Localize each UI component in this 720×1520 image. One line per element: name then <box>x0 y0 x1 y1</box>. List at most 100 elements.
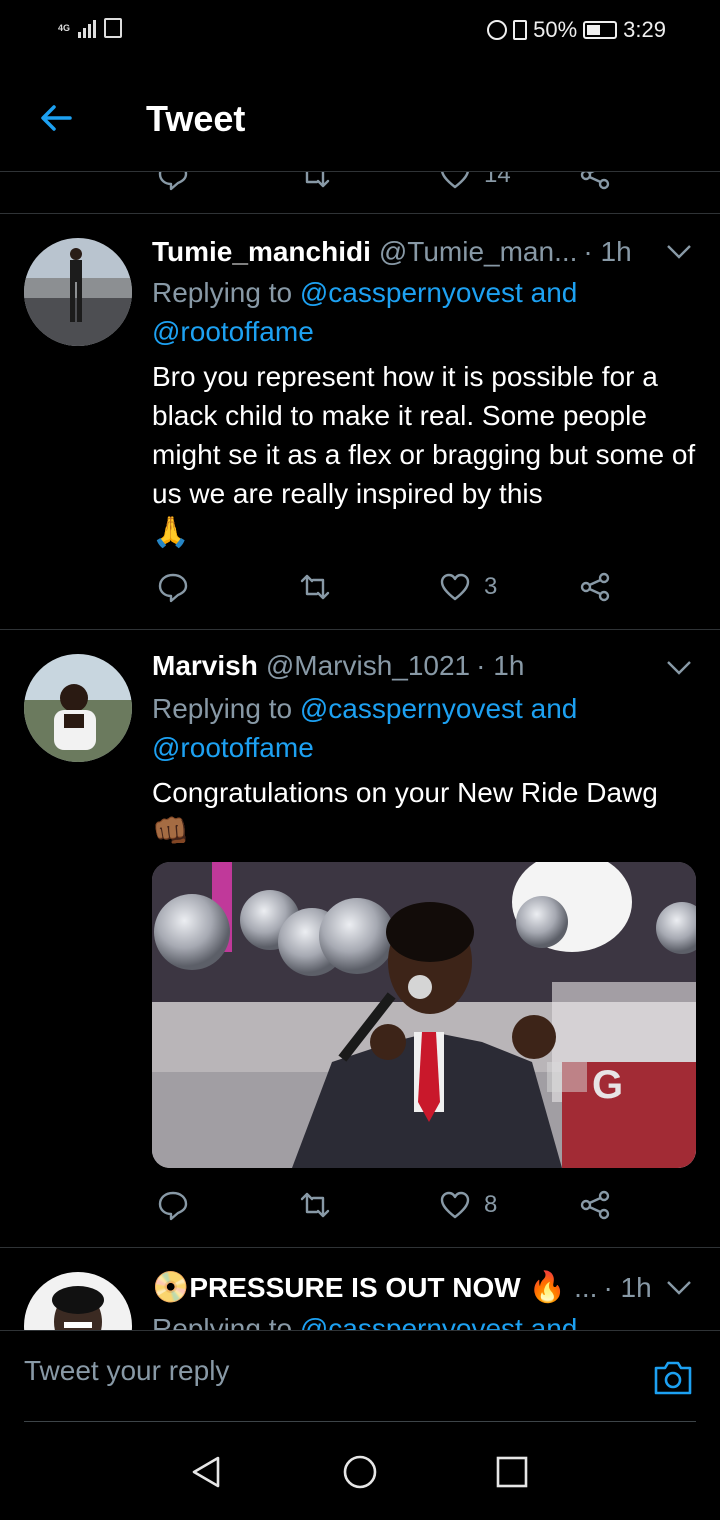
share-icon <box>580 172 610 190</box>
retweet-button[interactable] <box>298 1188 332 1222</box>
mention-link[interactable]: @rootoffame <box>152 732 314 763</box>
alarm-icon <box>487 20 508 40</box>
avatar-photo <box>24 654 132 762</box>
status-right: 50% 3:29 <box>487 17 666 43</box>
tweet-actions: 8 <box>152 1188 696 1228</box>
recents-square-icon[interactable] <box>494 1454 530 1490</box>
avatar[interactable] <box>24 654 132 762</box>
status-bar: 4G 50% 3:29 <box>0 0 720 62</box>
network-indicator: 4G <box>58 22 71 33</box>
pray-emoji: 🙏 <box>152 516 190 549</box>
replying-to: Replying to @casspernyovest and <box>152 1309 696 1330</box>
user-name[interactable]: Tumie_manchidi <box>152 236 371 268</box>
replying-to: Replying to @casspernyovest and @rootoff… <box>152 273 696 351</box>
page-title: Tweet <box>146 98 246 139</box>
share-icon <box>580 572 610 602</box>
avatar-photo <box>24 238 132 346</box>
notification-icon <box>104 18 123 38</box>
dvd-emoji: 📀 <box>152 1271 190 1304</box>
like-button[interactable]: 8 <box>438 1188 497 1222</box>
replying-prefix: Replying to <box>152 277 293 308</box>
fist-emoji: 👊🏾 <box>152 815 190 848</box>
mention-link[interactable]: @casspernyovest <box>300 277 523 308</box>
media-photo: G <box>152 862 696 1168</box>
heart-icon <box>440 1191 470 1219</box>
retweet-button[interactable] <box>298 172 332 192</box>
tweet-body: Bro you represent how it is possible for… <box>152 361 696 509</box>
share-icon <box>580 1190 610 1220</box>
reply-button[interactable] <box>156 570 190 604</box>
back-triangle-icon[interactable] <box>188 1454 224 1490</box>
retweet-icon <box>305 172 330 188</box>
tweet-text: Congratulations on your New Ride Dawg 👊🏾 <box>152 773 696 851</box>
chevron-down-icon[interactable] <box>666 660 692 676</box>
tweet-text: Bro you represent how it is possible for… <box>152 357 696 552</box>
tweet[interactable]: Tumie_manchidi @Tumie_man... · 1h Replyi… <box>0 214 720 630</box>
like-count: 14 <box>484 172 511 188</box>
camera-icon[interactable] <box>652 1359 694 1397</box>
retweet-icon <box>300 574 330 600</box>
fire-emoji: 🔥 <box>528 1271 567 1304</box>
media-letter: G <box>592 1063 623 1107</box>
reply-input[interactable] <box>24 1355 584 1387</box>
heart-icon <box>440 573 470 601</box>
like-count: 3 <box>484 573 498 600</box>
battery-icon <box>583 21 618 39</box>
comment-icon <box>158 573 188 603</box>
user-name[interactable]: Marvish <box>152 650 258 682</box>
tweet-time: · 1h <box>603 1271 652 1303</box>
tweet-media[interactable]: G <box>152 862 696 1168</box>
share-button[interactable] <box>578 172 612 192</box>
chevron-down-icon[interactable] <box>666 244 692 260</box>
comment-icon <box>158 172 188 191</box>
mention-link[interactable]: @casspernyovest <box>300 1313 523 1330</box>
chevron-down-icon[interactable] <box>666 1280 692 1296</box>
share-button[interactable] <box>578 1188 612 1222</box>
mention-and[interactable]: and <box>531 693 578 724</box>
user-handle: @Tumie_man... <box>378 236 578 267</box>
system-nav-bar <box>0 1422 720 1520</box>
user-handle: @Marvish_1021 <box>265 650 471 681</box>
retweet-button[interactable] <box>298 570 332 604</box>
avatar[interactable] <box>24 238 132 346</box>
like-button[interactable]: 14 <box>438 172 511 192</box>
arrow-left-icon[interactable] <box>36 98 76 138</box>
battery-percent: 50% <box>533 17 578 42</box>
comment-icon <box>158 1191 188 1221</box>
replying-prefix: Replying to <box>152 693 293 724</box>
reply-button[interactable] <box>156 172 190 192</box>
reply-button[interactable] <box>156 1188 190 1222</box>
tweet-header: Tumie_manchidi @Tumie_man... · 1h <box>152 236 696 268</box>
clock: 3:29 <box>623 17 666 42</box>
replying-to: Replying to @casspernyovest and @rootoff… <box>152 689 696 767</box>
like-count: 8 <box>484 1191 498 1218</box>
replying-prefix: Replying to <box>152 1313 293 1330</box>
mention-and[interactable]: and <box>531 277 578 308</box>
tweet-header: 📀 PRESSURE IS OUT NOW 🔥 ... · 1h <box>152 1270 696 1305</box>
reply-composer <box>0 1330 720 1422</box>
app-header: Tweet <box>0 62 720 172</box>
avatar[interactable] <box>24 1272 132 1330</box>
tweet[interactable]: 📀 PRESSURE IS OUT NOW 🔥 ... · 1h Replyin… <box>0 1248 720 1330</box>
previous-tweet-actions: 14 <box>0 172 720 214</box>
heart-icon <box>440 172 470 189</box>
mention-link[interactable]: @rootoffame <box>152 316 314 347</box>
share-button[interactable] <box>578 570 612 604</box>
tweet-header: Marvish @Marvish_1021 · 1h <box>152 650 696 682</box>
user-handle: ... <box>574 1271 598 1303</box>
vibrate-icon <box>513 20 528 40</box>
mention-and[interactable]: and <box>531 1313 578 1330</box>
mention-link[interactable]: @casspernyovest <box>300 693 523 724</box>
tweet-time: · 1h <box>476 650 525 681</box>
battery-level <box>587 25 601 35</box>
network-label: 4G <box>58 22 71 33</box>
avatar-photo <box>24 1272 132 1330</box>
tweet[interactable]: Marvish @Marvish_1021 · 1h Replying to @… <box>0 630 720 1248</box>
retweet-icon <box>300 1192 330 1218</box>
status-left: 4G <box>58 18 123 38</box>
user-name[interactable]: PRESSURE IS OUT NOW <box>189 1272 520 1304</box>
home-circle-icon[interactable] <box>342 1454 378 1490</box>
signal-icon <box>78 18 97 38</box>
like-button[interactable]: 3 <box>438 570 497 604</box>
tweet-actions: 3 <box>152 570 696 610</box>
